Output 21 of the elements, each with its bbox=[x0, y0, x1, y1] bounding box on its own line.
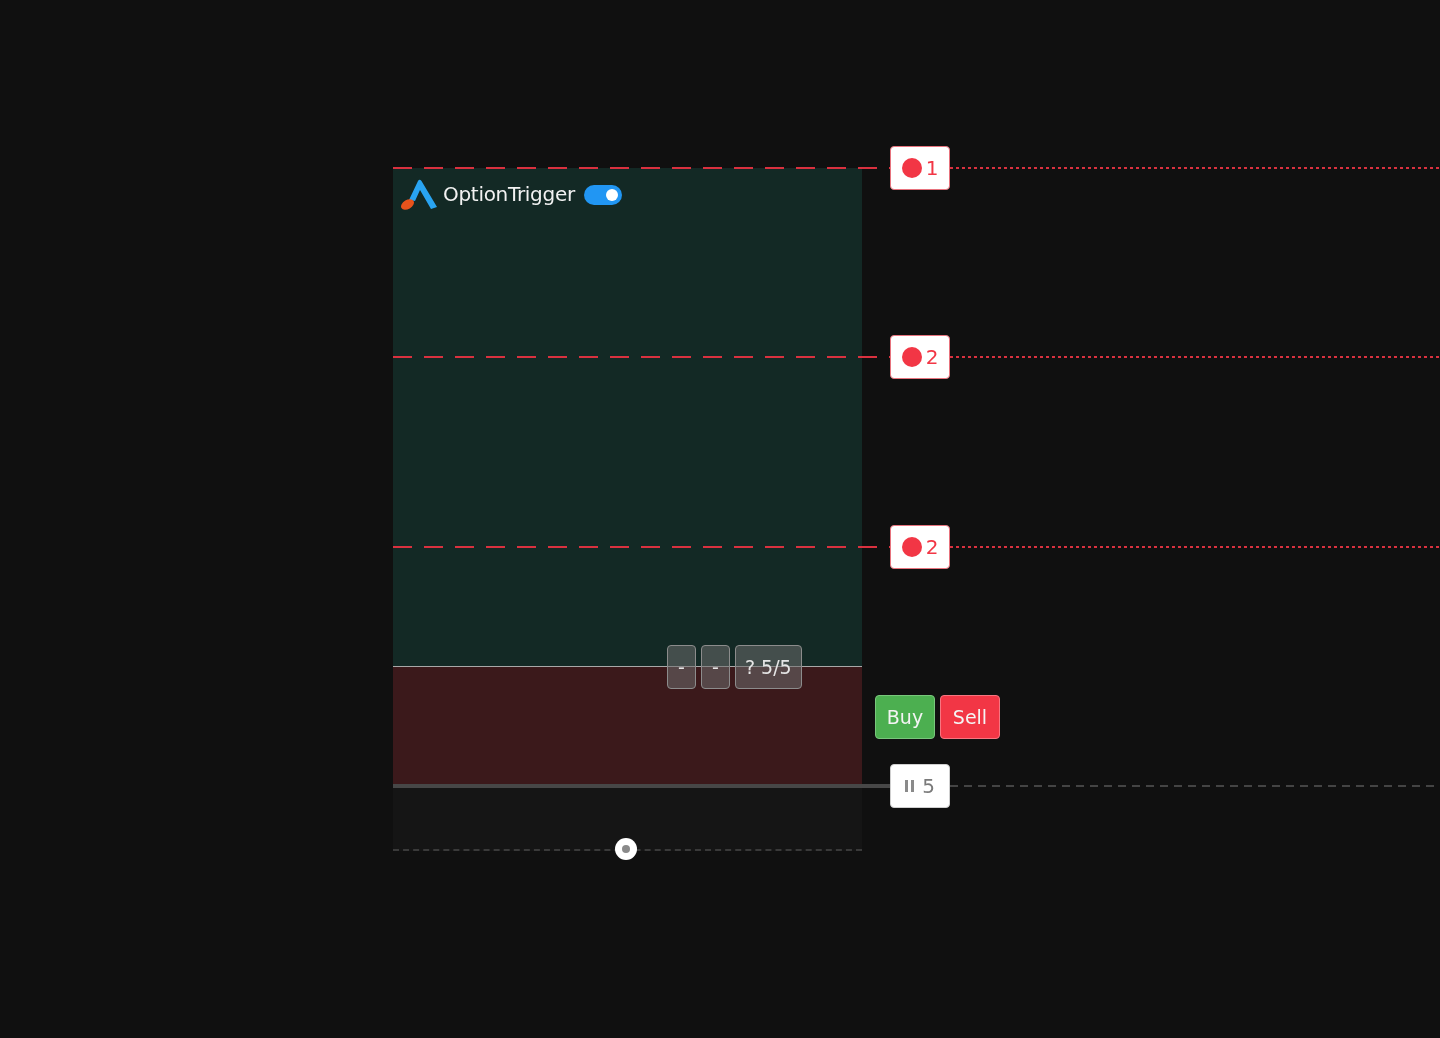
toolbar-button[interactable]: ? 5/5 bbox=[735, 645, 802, 689]
toggle-switch[interactable] bbox=[583, 185, 622, 205]
order-count: 2 bbox=[925, 535, 939, 559]
dot-icon bbox=[901, 158, 922, 178]
sell-button[interactable]: Sell bbox=[940, 695, 1000, 739]
toolbar-button[interactable]: - bbox=[701, 645, 730, 689]
order-tag[interactable]: 1 bbox=[890, 146, 950, 190]
app-title: OptionTrigger bbox=[443, 181, 575, 207]
position-tag[interactable]: 5 bbox=[890, 764, 950, 808]
toolbar-button[interactable]: - bbox=[667, 645, 696, 689]
buy-button[interactable]: Buy bbox=[875, 695, 935, 739]
logo-icon bbox=[400, 178, 438, 210]
position-count: 5 bbox=[922, 774, 935, 798]
drag-handle[interactable] bbox=[615, 838, 637, 860]
order-tag[interactable]: 2 bbox=[890, 335, 950, 379]
dot-icon bbox=[901, 347, 922, 367]
order-count: 1 bbox=[925, 156, 939, 180]
dot-icon bbox=[901, 537, 922, 557]
order-count: 2 bbox=[925, 345, 939, 369]
pause-icon bbox=[905, 780, 915, 792]
order-tag[interactable]: 2 bbox=[890, 525, 950, 569]
